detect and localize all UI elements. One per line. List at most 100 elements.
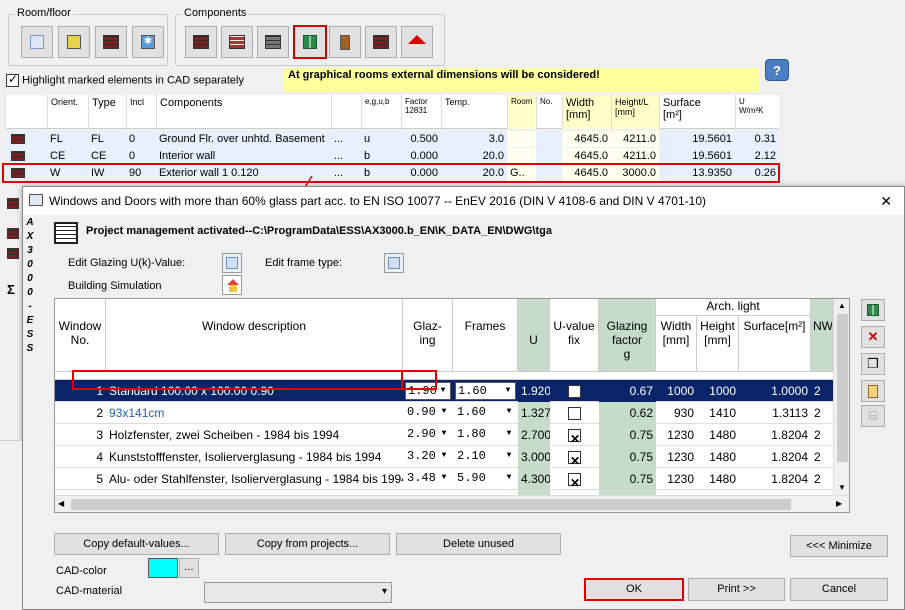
u-value-fix-checkbox[interactable] (568, 385, 581, 399)
cad-material-select[interactable]: ▾ (204, 582, 392, 603)
cell-g[interactable]: 0.62 (599, 402, 656, 424)
cell-glazing[interactable]: 3.20 ▼ (403, 446, 453, 468)
cell-frames[interactable]: 1.60 ▼ (453, 380, 518, 402)
scroll-h-thumb[interactable] (71, 499, 791, 510)
chevron-down-icon[interactable]: ▼ (502, 405, 516, 419)
col-u-value-fix[interactable]: U-value fix (550, 299, 599, 372)
cell-fix[interactable] (550, 468, 599, 490)
cell-g[interactable]: 0.75 (599, 468, 656, 490)
cell-u[interactable]: 3.000 (518, 446, 550, 468)
cell-g[interactable]: 0.75 (599, 446, 656, 468)
cell-u[interactable]: 2.700 (518, 424, 550, 446)
chevron-down-icon[interactable]: ▼ (437, 405, 451, 419)
chevron-down-icon[interactable]: ▼ (501, 384, 515, 398)
cell-width[interactable]: 930 (656, 402, 697, 424)
cell-desc[interactable]: 93x141cm (106, 402, 403, 424)
col-window-no[interactable]: Window No. (55, 299, 106, 372)
frames-combo[interactable]: 1.60 ▼ (455, 382, 516, 400)
print-button[interactable]: Print >> (688, 578, 785, 601)
scroll-right-icon[interactable]: ▶ (836, 499, 842, 508)
cell-desc[interactable]: Kunststofffenster, Isolierverglasung - 1… (106, 446, 403, 468)
cell-fix[interactable] (550, 380, 599, 402)
cell-width[interactable]: 1000 (656, 380, 697, 402)
u-value-fix-checkbox[interactable] (568, 450, 581, 468)
chevron-down-icon[interactable]: ▼ (437, 427, 451, 441)
window-row[interactable]: 1 Standard 100.00 x 100.00 0.90 1.90 ▼ 1.60 ▼… (55, 380, 849, 402)
col-u[interactable]: U (518, 299, 550, 372)
col-window-description[interactable]: Window description (106, 299, 403, 372)
cell-glazing[interactable]: 1.90 ▼ (403, 380, 453, 402)
cell-fix[interactable] (550, 446, 599, 468)
cell-frames[interactable]: 1.80 ▼ (453, 424, 518, 446)
cell-frames[interactable]: 5.90 ▼ (453, 468, 518, 490)
cell-fix[interactable] (550, 402, 599, 424)
cell-height[interactable]: 1480 (697, 468, 739, 490)
cancel-button[interactable]: Cancel (790, 578, 888, 601)
window-row[interactable]: 5 Alu- oder Stahlfenster, Isolierverglasu… (55, 468, 849, 490)
u-value-fix-checkbox[interactable] (568, 428, 581, 446)
cad-color-picker-button[interactable]: ... (179, 558, 199, 578)
cell-surface[interactable]: 1.8204 (739, 424, 811, 446)
cell-height[interactable]: 1000 (697, 380, 739, 402)
window-row[interactable]: 2 93x141cm 0.90 ▼ 1.60 ▼ 1.327 0.62 930 1410 1.311… (55, 402, 849, 424)
cell-surface[interactable]: 1.8204 (739, 468, 811, 490)
paste-window-button[interactable] (861, 380, 885, 402)
col-height[interactable]: Height [mm] (697, 316, 739, 372)
cell-glazing[interactable]: 2.90 ▼ (403, 424, 453, 446)
cell-frames[interactable]: 2.10 ▼ (453, 446, 518, 468)
glazing-combo[interactable]: 3.20 ▼ (405, 448, 451, 466)
cell-fix[interactable] (550, 424, 599, 446)
copy-window-button[interactable]: ❐ (861, 353, 885, 375)
cell-height[interactable]: 1480 (697, 446, 739, 468)
col-glazing[interactable]: Glaz- ing (403, 299, 453, 372)
edit-glazing-button[interactable] (222, 253, 242, 273)
chevron-down-icon[interactable]: ▼ (502, 427, 516, 441)
frames-combo[interactable]: 2.10 ▼ (455, 448, 516, 466)
cell-height[interactable]: 1410 (697, 402, 739, 424)
cell-surface[interactable]: 1.8204 (739, 446, 811, 468)
cell-u[interactable]: 4.300 (518, 468, 550, 490)
cell-width[interactable]: 1230 (656, 424, 697, 446)
cell-frames[interactable]: 1.60 ▼ (453, 402, 518, 424)
window-row[interactable]: 4 Kunststofffenster, Isolierverglasung - … (55, 446, 849, 468)
cell-desc[interactable]: Alu- oder Stahlfenster, Isolierverglasun… (106, 468, 403, 490)
copy-from-projects-button[interactable]: Copy from projects... (225, 533, 390, 555)
scroll-down-icon[interactable]: ▼ (838, 483, 846, 492)
scroll-left-icon[interactable]: ◀ (58, 499, 64, 508)
u-value-fix-checkbox[interactable] (568, 407, 581, 421)
cell-u[interactable]: 1.327 (518, 402, 550, 424)
cell-g[interactable]: 0.67 (599, 380, 656, 402)
window-row[interactable]: 3 Holzfenster, zwei Scheiben - 1984 bis 1… (55, 424, 849, 446)
scroll-up-icon[interactable]: ▲ (838, 301, 846, 310)
cell-desc[interactable]: Standard 100.00 x 100.00 0.90 (106, 380, 403, 402)
cad-color-swatch[interactable] (148, 558, 178, 578)
chevron-down-icon[interactable]: ▼ (502, 471, 516, 485)
glazing-combo[interactable]: 3.48 ▼ (405, 470, 451, 488)
cell-width[interactable]: 1230 (656, 468, 697, 490)
frames-combo[interactable]: 1.80 ▼ (455, 426, 516, 444)
glazing-combo[interactable]: 1.90 ▼ (405, 382, 451, 400)
copy-default-values-button[interactable]: Copy default-values... (54, 533, 219, 555)
frames-combo[interactable]: 1.60 ▼ (455, 404, 516, 422)
glazing-combo[interactable]: 0.90▼ (405, 404, 451, 422)
grid-vertical-scrollbar[interactable]: ▲ ▼ (833, 299, 849, 495)
building-simulation-button[interactable] (222, 275, 242, 295)
edit-frame-button[interactable] (384, 253, 404, 273)
ok-button[interactable]: OK (584, 578, 684, 601)
scroll-thumb[interactable] (837, 314, 848, 462)
col-nw[interactable]: NW (811, 299, 833, 372)
col-frames[interactable]: Frames (453, 299, 518, 372)
cell-desc[interactable]: Holzfenster, zwei Scheiben - 1984 bis 19… (106, 424, 403, 446)
cell-u[interactable]: 1.920 (518, 380, 550, 402)
chevron-down-icon[interactable]: ▼ (437, 449, 451, 463)
chevron-down-icon[interactable]: ▼ (502, 449, 516, 463)
glazing-combo[interactable]: 2.90 ▼ (405, 426, 451, 444)
grid-horizontal-scrollbar[interactable]: ◀ ▶ (55, 495, 849, 512)
cell-width[interactable]: 1230 (656, 446, 697, 468)
chevron-down-icon[interactable]: ▼ (436, 384, 450, 398)
cell-height[interactable]: 1480 (697, 424, 739, 446)
close-icon[interactable]: ✕ (880, 187, 892, 215)
cell-surface[interactable]: 1.3113 (739, 402, 811, 424)
cell-surface[interactable]: 1.0000 (739, 380, 811, 402)
cell-glazing[interactable]: 3.48 ▼ (403, 468, 453, 490)
